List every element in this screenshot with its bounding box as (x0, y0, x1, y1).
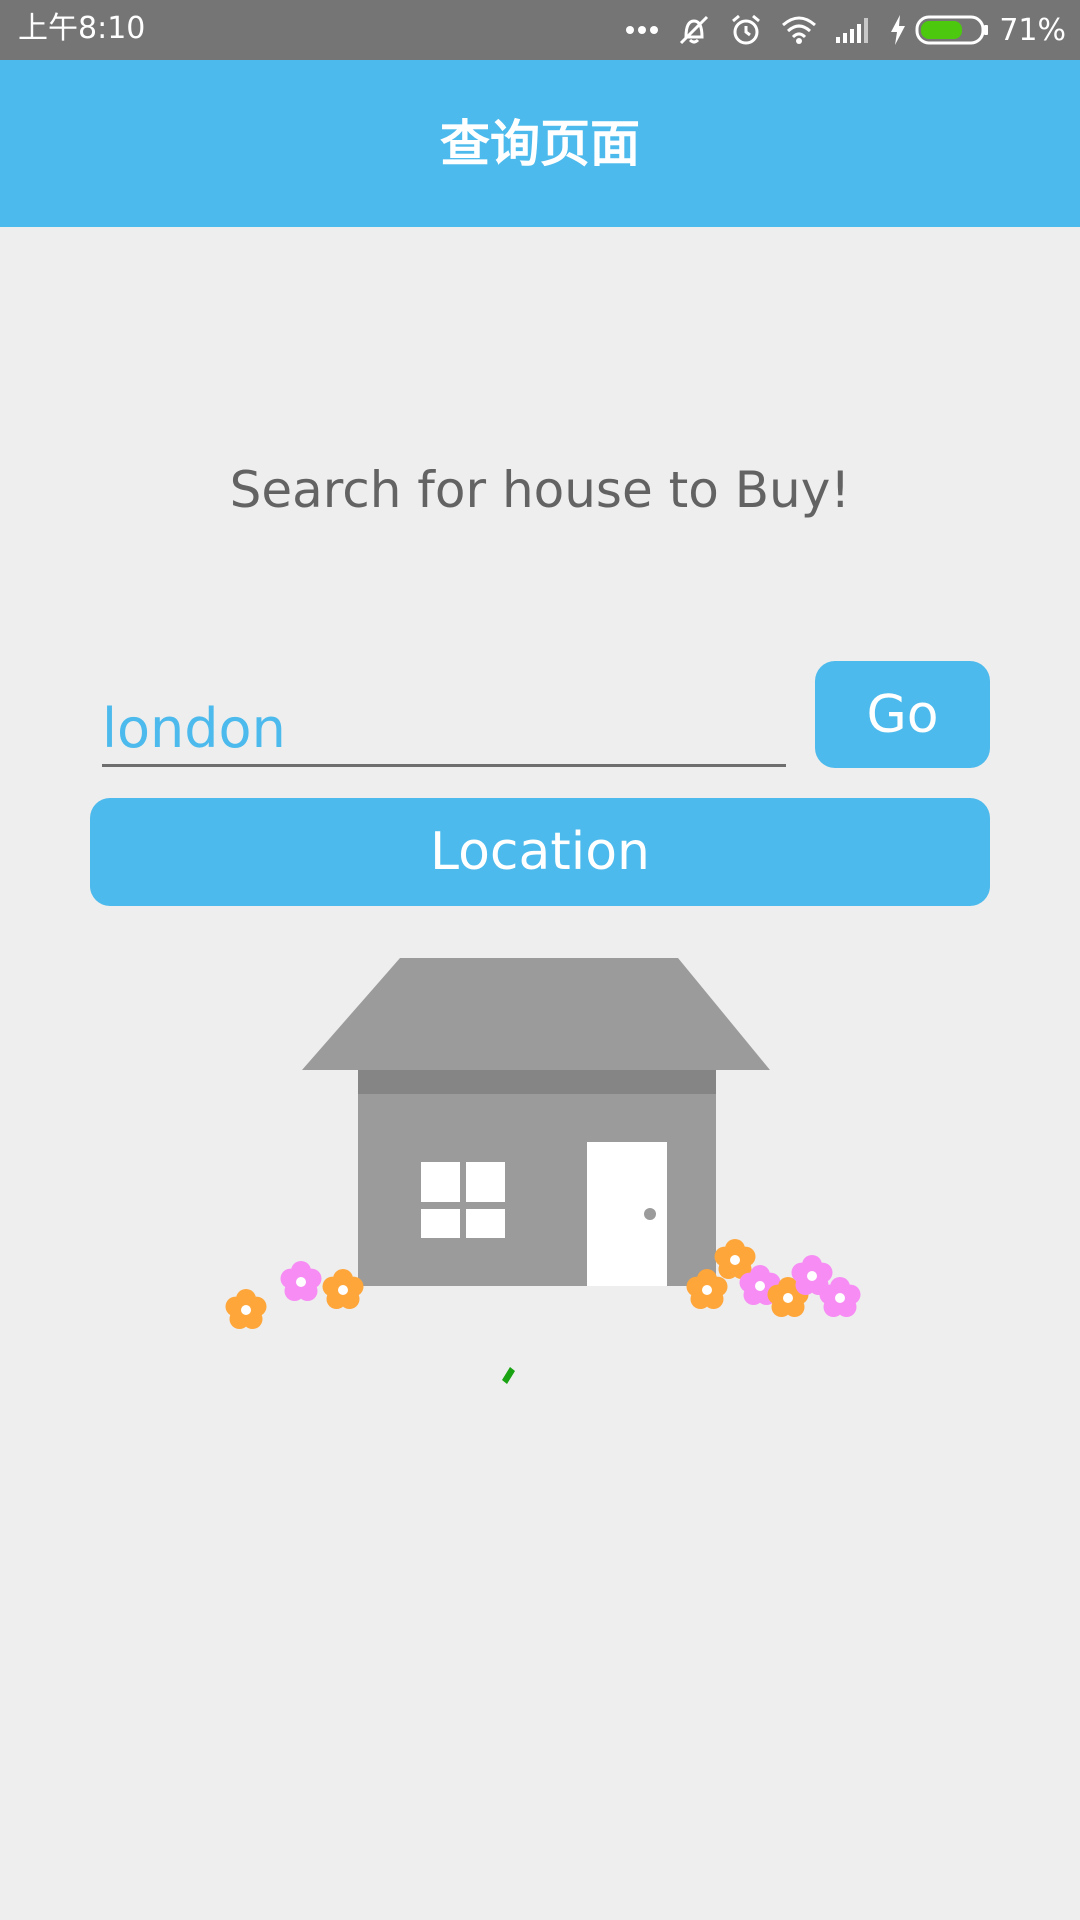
status-time: 上午8:10 (18, 11, 146, 46)
go-button[interactable]: Go (815, 661, 990, 768)
cell-signal-icon (835, 15, 871, 45)
app-bar: 查询页面 (0, 60, 1080, 227)
status-icons: 71% (607, 0, 1066, 60)
battery-icon (915, 15, 989, 45)
page-title: 查询页面 (440, 115, 640, 173)
charging-icon (889, 14, 907, 46)
house-with-flowers-icon (225, 958, 861, 1384)
more-dots-icon (625, 25, 659, 35)
alarm-icon (729, 13, 763, 47)
search-input[interactable] (102, 692, 786, 767)
location-button[interactable]: Location (90, 798, 990, 906)
wifi-icon (781, 15, 817, 45)
battery-percent: 71% (999, 12, 1066, 48)
search-heading: Search for house to Buy! (229, 461, 851, 519)
status-bar: 上午8:10 71% (0, 0, 1080, 60)
mute-vibrate-icon (677, 13, 711, 47)
